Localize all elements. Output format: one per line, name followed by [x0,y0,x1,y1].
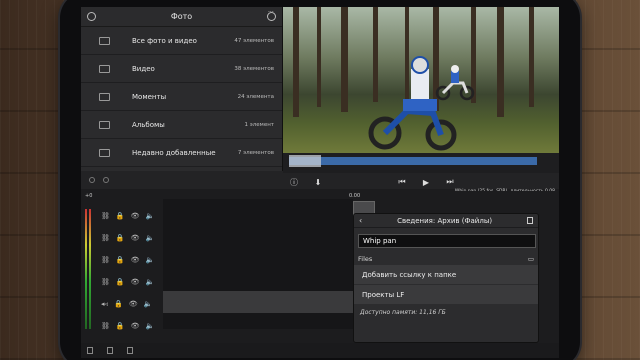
picker-row-label: Недавно добавленные [132,148,216,157]
skip-forward-button[interactable]: ⏭ [445,177,455,187]
play-button[interactable]: ▶ [421,178,431,187]
back-button[interactable]: ‹ [359,216,362,225]
eye-icon[interactable]: 👁 [131,322,140,330]
eye-icon[interactable]: 👁 [131,278,140,286]
more-icon[interactable] [267,9,276,21]
name-field[interactable] [358,234,536,248]
track-header[interactable]: ⛓ 🔒 👁 🔈 [95,315,161,337]
share-icon[interactable] [526,217,533,224]
picker-row-count: 24 элемента [237,93,274,100]
folder-icon [99,148,110,157]
eye-icon[interactable]: 👁 [131,212,140,220]
info-icon[interactable]: ⓘ [289,177,299,188]
photo-picker-panel: Фото Все фото и видео 47 элементов Видео… [81,7,283,171]
picker-row-all[interactable]: Все фото и видео 47 элементов [81,27,282,55]
track-header[interactable]: ⛓ 🔒 👁 🔈 [95,205,161,227]
video-viewer[interactable] [283,7,559,153]
lock-icon[interactable]: 🔒 [114,300,123,308]
audio-track-icon[interactable]: ◂◃ [101,300,108,308]
files-label: Files [358,255,373,263]
skip-back-icon[interactable]: ⏮ [397,177,407,187]
picker-title: Фото [170,12,193,21]
lock-icon[interactable]: 🔒 [116,234,125,242]
picker-header: Фото [81,7,282,27]
speaker-icon[interactable]: 🔈 [146,212,155,220]
scrubber-handle[interactable] [289,155,321,167]
eye-icon[interactable]: 👁 [131,234,140,242]
eye-icon[interactable]: 👁 [131,256,140,264]
track-header[interactable]: ⛓ 🔒 👁 🔈 [95,249,161,271]
record-icon[interactable] [89,177,95,183]
video-icon [99,64,110,73]
lock-icon[interactable]: 🔒 [116,256,125,264]
picker-row-label: Все фото и видео [132,36,197,45]
brightness-icon[interactable] [103,177,109,183]
picker-row-count: 1 элемент [244,121,275,128]
photo-icon [99,36,110,45]
layers-icon[interactable] [107,347,113,354]
picker-row-video[interactable]: Видео 38 элементов [81,55,282,83]
speaker-icon[interactable]: 🔈 [146,256,155,264]
video-scrubber[interactable] [283,153,559,173]
settings-icon[interactable] [87,12,96,21]
track-header[interactable]: ⛓ 🔒 👁 🔈 [95,227,161,249]
speaker-icon[interactable]: 🔈 [146,322,155,330]
album-icon [99,120,110,129]
picker-row-count: 47 элементов [234,37,274,44]
list-icon[interactable] [127,347,133,354]
speaker-icon[interactable]: 🔈 [144,300,153,308]
speaker-icon[interactable]: 🔈 [146,278,155,286]
link-icon[interactable]: ⛓ [101,278,110,286]
files-section: Files ▭ [354,251,538,265]
picker-row-recent[interactable]: Недавно добавленные 7 элементов [81,139,282,167]
bottom-toolbar [81,343,559,358]
projects-item[interactable]: Проекты LF [354,285,538,305]
popover-header: ‹ Сведения: Архив (Файлы) [354,214,538,228]
lock-icon[interactable]: 🔒 [116,212,125,220]
picker-row-label: Альбомы [132,120,165,129]
picker-row-label: Видео [132,64,155,73]
track-header[interactable]: ◂◃ 🔒 👁 🔈 [95,293,161,315]
picker-row-label: Моменты [132,92,167,101]
marker-icon[interactable]: ⬇ [313,178,323,187]
add-link-item[interactable]: Добавить ссылку к папке [354,265,538,285]
folder-icon[interactable]: ▭ [528,255,534,263]
lock-icon[interactable]: 🔒 [116,322,125,330]
picker-row-count: 7 элементов [237,149,274,156]
picker-footer [81,171,283,189]
eye-icon[interactable]: 👁 [129,300,138,308]
moments-icon [99,92,110,101]
picker-row-moments[interactable]: Моменты 24 элемента [81,83,282,111]
audio-meter [83,199,93,329]
second-rider [435,65,475,101]
document-icon[interactable] [87,347,93,354]
speaker-icon[interactable]: 🔈 [146,234,155,242]
link-icon[interactable]: ⛓ [101,212,110,220]
picker-row-albums[interactable]: Альбомы 1 элемент [81,111,282,139]
link-icon[interactable]: ⛓ [101,234,110,242]
app-screen: Фото Все фото и видео 47 элементов Видео… [81,7,559,358]
picker-row-count: 38 элементов [234,65,274,72]
track-header[interactable]: ⛓ 🔒 👁 🔈 [95,271,161,293]
track-lanes[interactable] [163,199,353,329]
selected-lane[interactable] [163,291,353,313]
lock-icon[interactable]: 🔒 [116,278,125,286]
link-icon[interactable]: ⛓ [101,256,110,264]
storage-footer: Доступно памяти: 11,16 ГБ [360,309,446,316]
popover-title: Сведения: Архив (Файлы) [397,216,493,225]
scrubber-track [289,157,537,165]
info-popover: ‹ Сведения: Архив (Файлы) Files ▭ Добави… [353,213,539,343]
link-icon[interactable]: ⛓ [101,322,110,330]
